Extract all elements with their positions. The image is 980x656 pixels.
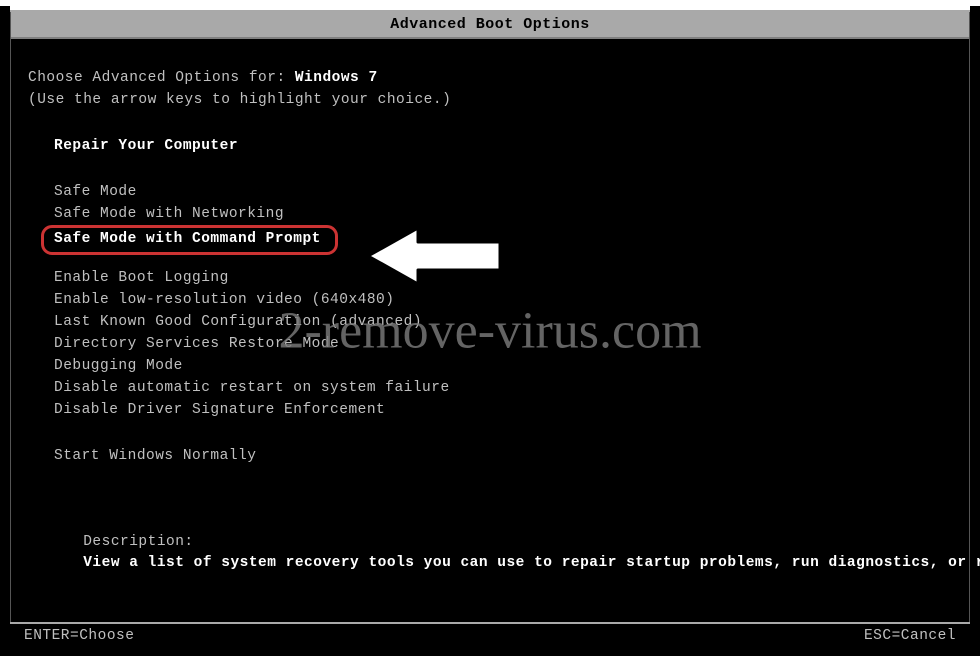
menu-item-repair[interactable]: Repair Your Computer: [50, 135, 242, 157]
description-text: View a list of system recovery tools you…: [83, 553, 643, 573]
os-name: Windows 7: [295, 70, 378, 86]
menu-item-safe-mode[interactable]: Safe Mode: [50, 181, 141, 203]
highlight-annotation: Safe Mode with Command Prompt: [41, 225, 338, 255]
menu-item-low-res[interactable]: Enable low-resolution video (640x480): [50, 289, 398, 311]
menu-item-start-normally[interactable]: Start Windows Normally: [50, 445, 260, 467]
footer-esc-hint: ESC=Cancel: [864, 628, 956, 644]
boot-menu[interactable]: Repair Your Computer Safe Mode Safe Mode…: [50, 135, 952, 467]
menu-item-safe-mode-networking[interactable]: Safe Mode with Networking: [50, 203, 288, 225]
footer-enter-hint: ENTER=Choose: [24, 628, 134, 644]
menu-item-last-known-good[interactable]: Last Known Good Configuration (advanced): [50, 311, 426, 333]
description-label: Description:: [83, 531, 201, 553]
content-area: Choose Advanced Options for: Windows 7 (…: [0, 39, 980, 597]
menu-item-disable-driver-sig[interactable]: Disable Driver Signature Enforcement: [50, 399, 389, 421]
description-block: Description: View a list of system recov…: [28, 485, 952, 597]
choose-prompt: Choose Advanced Options for: Windows 7: [28, 67, 952, 89]
title-bar: Advanced Boot Options: [10, 6, 970, 39]
arrow-key-instructions: (Use the arrow keys to highlight your ch…: [28, 89, 952, 111]
footer-bar: ENTER=Choose ESC=Cancel: [10, 622, 970, 644]
menu-item-ds-restore[interactable]: Directory Services Restore Mode: [50, 333, 343, 355]
menu-item-safe-mode-cmd[interactable]: Safe Mode with Command Prompt: [50, 228, 325, 250]
menu-item-boot-logging[interactable]: Enable Boot Logging: [50, 267, 233, 289]
menu-item-disable-auto-restart[interactable]: Disable automatic restart on system fail…: [50, 377, 454, 399]
title-text: Advanced Boot Options: [390, 16, 590, 33]
boot-options-screen: Advanced Boot Options Choose Advanced Op…: [0, 6, 980, 656]
menu-item-debugging[interactable]: Debugging Mode: [50, 355, 187, 377]
